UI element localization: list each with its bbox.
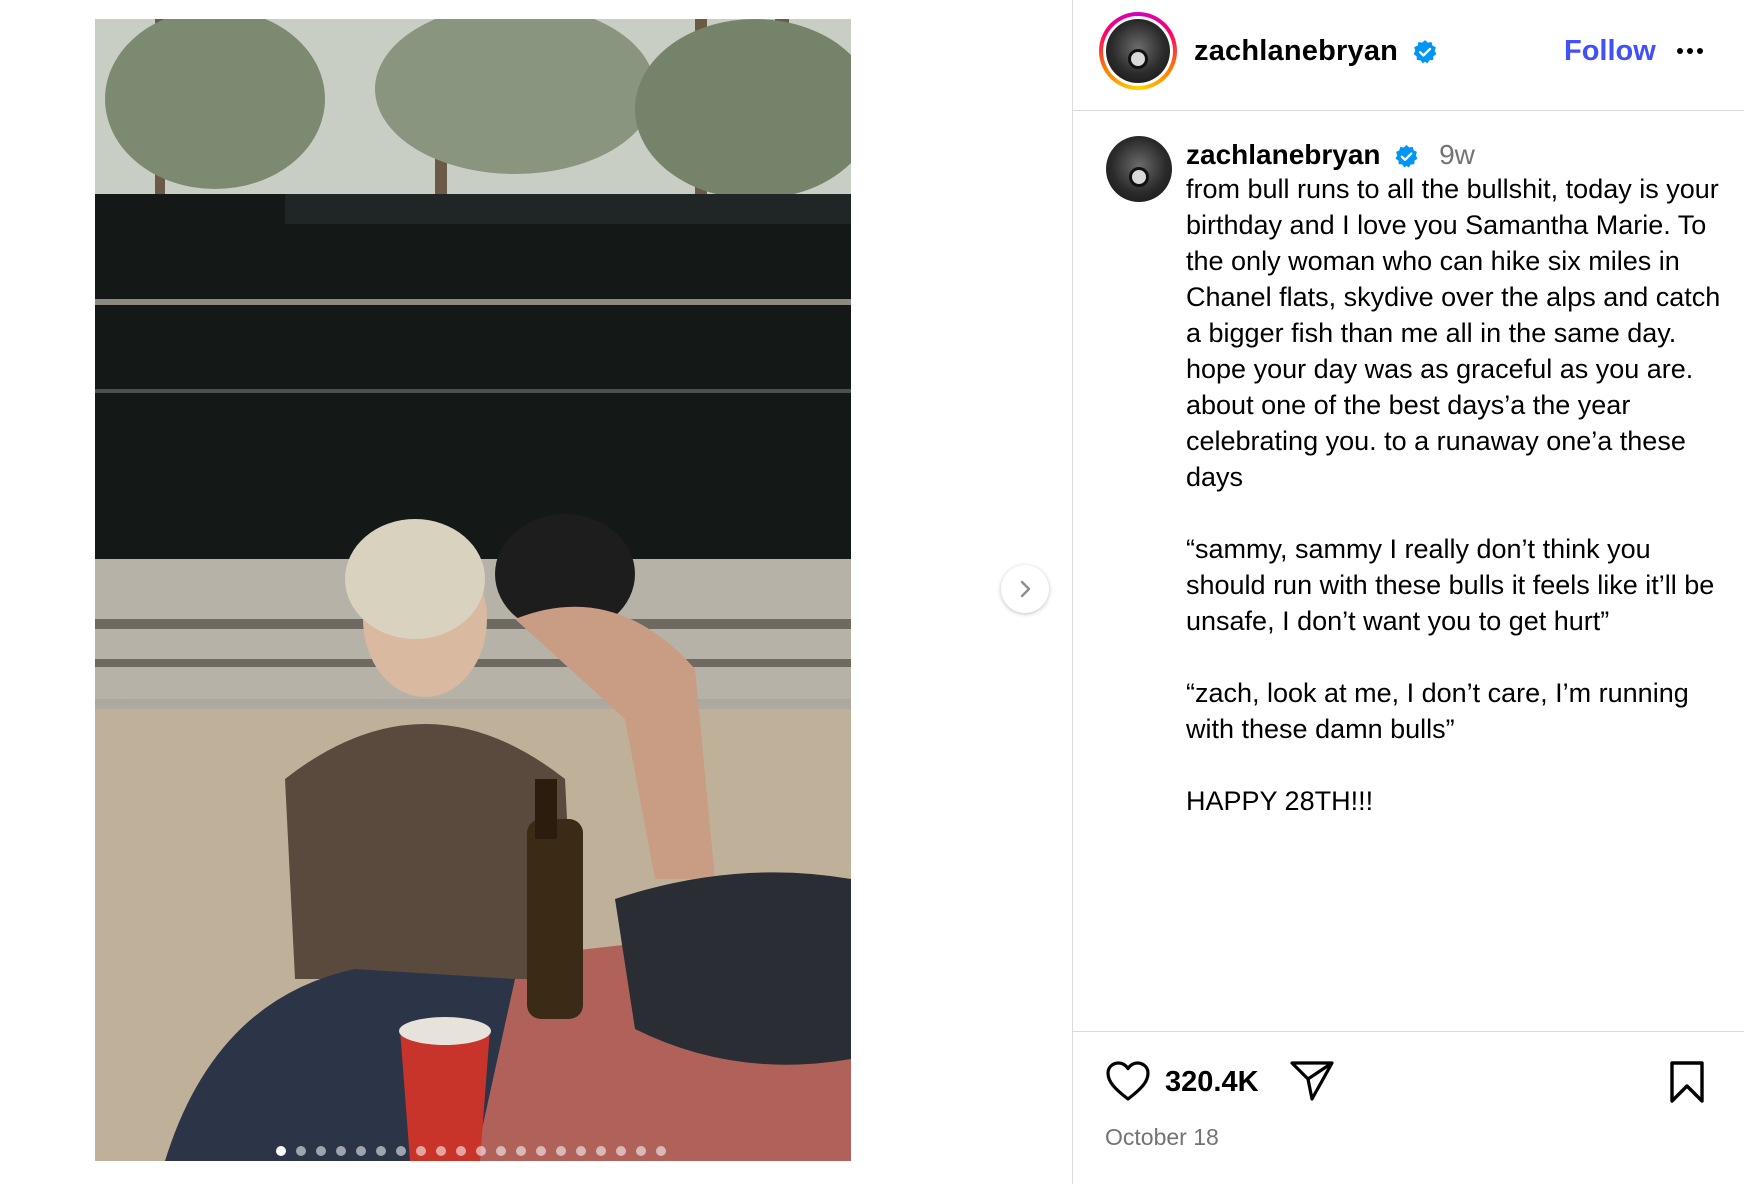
carousel-dot	[376, 1146, 386, 1156]
carousel-dot	[396, 1146, 406, 1156]
carousel-dot	[436, 1146, 446, 1156]
carousel-dot	[536, 1146, 546, 1156]
caption-section: zachlanebryan 9w from bull runs to all t…	[1073, 111, 1744, 1031]
carousel-dot	[496, 1146, 506, 1156]
post-header: zachlanebryan Follow	[1073, 0, 1744, 111]
carousel-dot	[576, 1146, 586, 1156]
post-photo[interactable]	[95, 19, 851, 1161]
follow-button[interactable]: Follow	[1564, 35, 1656, 68]
caption-text: from bull runs to all the bullshit, toda…	[1186, 174, 1721, 816]
carousel-dot	[656, 1146, 666, 1156]
carousel-dot	[616, 1146, 626, 1156]
like-count[interactable]: 320.4K	[1165, 1066, 1259, 1099]
carousel-dot	[316, 1146, 326, 1156]
carousel-dot	[596, 1146, 606, 1156]
verified-badge-icon	[1395, 145, 1418, 168]
caption-author: zachlanebryan 9w	[1186, 139, 1475, 171]
post-timestamp[interactable]: 9w	[1439, 139, 1475, 170]
carousel-dot	[336, 1146, 346, 1156]
carousel-dot	[276, 1146, 286, 1156]
post-details-pane: zachlanebryan Follow zachlanebryan 9w fr…	[1072, 0, 1744, 1184]
more-options-icon[interactable]	[1673, 34, 1707, 68]
carousel-dot	[416, 1146, 426, 1156]
post-date[interactable]: October 18	[1105, 1124, 1219, 1151]
caption-username[interactable]: zachlanebryan	[1186, 139, 1381, 170]
bookmark-icon[interactable]	[1667, 1060, 1707, 1104]
carousel-indicator	[276, 1146, 666, 1156]
verified-badge-icon	[1413, 40, 1437, 64]
media-pane	[0, 0, 1072, 1184]
carousel-dot	[556, 1146, 566, 1156]
carousel-dot	[296, 1146, 306, 1156]
caption-avatar[interactable]	[1106, 136, 1172, 202]
carousel-dot	[516, 1146, 526, 1156]
next-slide-button[interactable]	[1001, 565, 1049, 613]
author-username[interactable]: zachlanebryan	[1194, 35, 1438, 68]
post-actions: 320.4K October 18	[1073, 1031, 1744, 1184]
carousel-dot	[356, 1146, 366, 1156]
carousel-dot	[636, 1146, 646, 1156]
chevron-right-icon	[1020, 580, 1031, 598]
heart-icon[interactable]	[1105, 1060, 1151, 1102]
carousel-dot	[456, 1146, 466, 1156]
carousel-dot	[476, 1146, 486, 1156]
share-icon[interactable]	[1289, 1059, 1335, 1103]
avatar	[1106, 19, 1170, 83]
story-ring[interactable]	[1099, 12, 1177, 90]
